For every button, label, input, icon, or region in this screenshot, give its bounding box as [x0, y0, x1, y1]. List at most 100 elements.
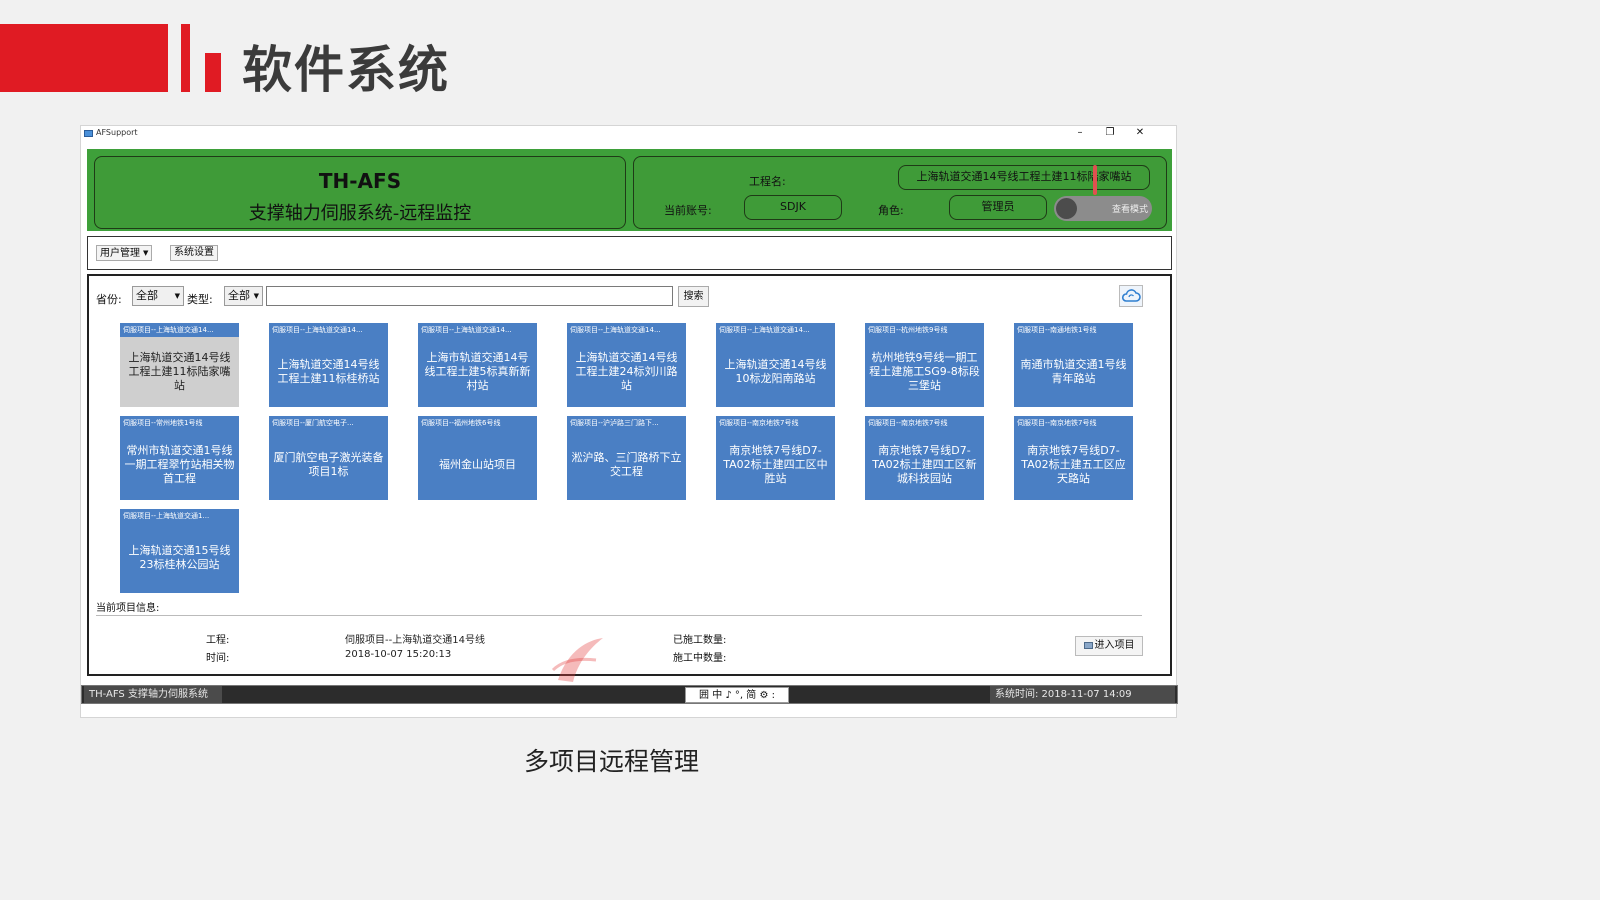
project-tile-name: 南京地铁7号线D7-TA02标土建五工区应天路站	[1021, 444, 1126, 485]
project-tile-header: 伺服项目--厦门航空电子...	[269, 416, 388, 430]
project-tile-header: 伺服项目--南通地铁1号线	[1014, 323, 1133, 337]
project-tile-name: 上海轨道交通14号线工程土建24标刘川路站	[575, 351, 678, 392]
account-field[interactable]: SDJK	[744, 195, 842, 220]
project-tile-header: 伺服项目--上海轨道交通14...	[567, 323, 686, 337]
current-info-title: 当前项目信息:	[96, 603, 160, 614]
project-tile[interactable]: 伺服项目--南京地铁7号线 南京地铁7号线D7-TA02标土建四工区新城科技园站	[865, 416, 984, 500]
completed-count-label: 已施工数量:	[673, 635, 727, 646]
brand-box: TH-AFS 支撑轴力伺服系统-远程监控	[94, 156, 626, 229]
project-tile-header: 伺服项目--沪泸路三门路下...	[567, 416, 686, 430]
toggle-knob	[1056, 198, 1077, 219]
app-window: AFSupport – ❐ ✕ TH-AFS 支撑轴力伺服系统-远程监控 工程名…	[80, 125, 1178, 718]
in-progress-count-label: 施工中数量:	[673, 653, 727, 664]
app-icon	[84, 130, 93, 137]
time-field-label: 时间:	[206, 653, 230, 664]
project-tile[interactable]: 伺服项目--杭州地铁9号线杭州地铁9号线一期工程土建施工SG9-8标段三堡站	[865, 323, 984, 407]
project-tile[interactable]: 伺服项目--南京地铁7号线 南京地铁7号线D7-TA02标土建四工区中胜站	[716, 416, 835, 500]
project-tile[interactable]: 伺服项目--厦门航空电子... 厦门航空电子激光装备项目1标	[269, 416, 388, 500]
project-tile-header: 伺服项目--南京地铁7号线	[716, 416, 835, 430]
type-select[interactable]: 全部 ▼	[224, 286, 263, 306]
user-management-menu[interactable]: 用户管理 ▼	[96, 245, 153, 261]
project-tile-name: 淞沪路、三门路桥下立交工程	[571, 451, 682, 478]
status-bar: TH-AFS 支撑轴力伺服系统 囲 中 ♪ °, 简 ⚙ : 系统时间: 201…	[81, 685, 1178, 704]
system-settings-button[interactable]: 系统设置	[170, 245, 218, 261]
role-label: 角色:	[878, 204, 904, 217]
enter-project-label: 进入项目	[1094, 640, 1135, 651]
project-tile-header: 伺服项目--福州地铁6号线	[418, 416, 537, 430]
project-tile-name: 上海市轨道交通14号线工程土建5标真新新村站	[424, 351, 531, 392]
enter-project-button[interactable]: 进入项目	[1075, 636, 1143, 656]
project-tile-name: 上海轨道交通15号线23标桂林公园站	[128, 544, 231, 571]
side-scroll-indicator	[1093, 165, 1097, 195]
chevron-down-icon: ▼	[253, 292, 259, 300]
project-tile-header: 伺服项目--上海轨道交通14...	[716, 323, 835, 337]
project-tile[interactable]: 伺服项目--上海轨道交通1... 上海轨道交通15号线23标桂林公园站	[120, 509, 239, 593]
project-tile-name: 杭州地铁9号线一期工程土建施工SG9-8标段三堡站	[869, 351, 980, 392]
project-tile[interactable]: 伺服项目--上海轨道交通14... 上海轨道交通14号线10标龙阳南路站	[716, 323, 835, 407]
project-tile-header: 伺服项目--杭州地铁9号线	[865, 323, 984, 337]
project-tile[interactable]: 伺服项目--福州地铁6号线 福州金山站项目	[418, 416, 537, 500]
project-tile-header: 伺服项目--上海轨道交通14...	[120, 323, 239, 337]
close-button[interactable]: ✕	[1126, 126, 1154, 142]
province-label: 省份:	[96, 293, 122, 306]
project-tile-name: 南通市轨道交通1号线青年路站	[1020, 358, 1127, 385]
folder-icon	[1083, 642, 1093, 649]
project-tile-header: 伺服项目--南京地铁7号线	[1014, 416, 1133, 430]
restore-button[interactable]: ❐	[1096, 126, 1124, 142]
cloud-icon	[1121, 289, 1141, 302]
window-titlebar[interactable]: AFSupport – ❐ ✕	[81, 126, 1176, 142]
toggle-label: 查看模式	[1112, 205, 1149, 215]
project-field-label: 工程:	[206, 635, 230, 646]
project-tile[interactable]: 伺服项目--沪泸路三门路下... 淞沪路、三门路桥下立交工程	[567, 416, 686, 500]
slide-title: 软件系统	[242, 41, 450, 99]
project-tile[interactable]: 伺服项目--上海轨道交通14... 上海轨道交通14号线工程土建11标桂桥站	[269, 323, 388, 407]
ime-toolbar[interactable]: 囲 中 ♪ °, 简 ⚙ :	[685, 687, 789, 703]
project-tile[interactable]: 伺服项目--上海轨道交通14... 上海市轨道交通14号线工程土建5标真新新村站	[418, 323, 537, 407]
province-value: 全部	[136, 289, 158, 302]
project-tile-name: 上海轨道交通14号线工程土建11标桂桥站	[277, 358, 380, 385]
user-management-label: 用户管理	[100, 248, 140, 259]
province-select[interactable]: 全部 ▼	[132, 286, 184, 306]
project-tile[interactable]: 伺服项目--南京地铁7号线南京地铁7号线D7-TA02标土建五工区应天路站	[1014, 416, 1133, 500]
red-accent-bar	[0, 24, 168, 92]
project-tile[interactable]: 伺服项目--南通地铁1号线南通市轨道交通1号线青年路站	[1014, 323, 1133, 407]
role-field[interactable]: 管理员	[949, 195, 1047, 220]
status-time: 系统时间: 2018-11-07 14:09	[990, 686, 1175, 703]
project-tile-name: 厦门航空电子激光装备项目1标	[273, 451, 384, 478]
red-accent-stripe	[181, 24, 190, 92]
project-name-field[interactable]: 上海轨道交通14号线工程土建11标陆家嘴站	[898, 165, 1150, 190]
slide-caption: 多项目远程管理	[524, 747, 700, 776]
type-value: 全部	[228, 289, 250, 302]
project-tile-header: 伺服项目--上海轨道交通1...	[120, 509, 239, 523]
project-tile-name: 上海轨道交通14号线10标龙阳南路站	[724, 358, 827, 385]
minimize-button[interactable]: –	[1066, 126, 1094, 142]
project-tile-header: 伺服项目--上海轨道交通14...	[418, 323, 537, 337]
type-label: 类型:	[187, 293, 213, 306]
chevron-down-icon: ▼	[174, 292, 180, 300]
project-tile-header: 伺服项目--上海轨道交通14...	[269, 323, 388, 337]
search-button[interactable]: 搜索	[678, 286, 709, 307]
time-field-value: 2018-10-07 15:20:13	[345, 649, 452, 660]
search-input[interactable]	[266, 286, 673, 306]
project-tile-name: 上海轨道交通14号线工程土建11标陆家嘴站	[128, 351, 231, 392]
project-tile-name: 南京地铁7号线D7-TA02标土建四工区新城科技园站	[872, 444, 977, 485]
cloud-sync-button[interactable]	[1119, 285, 1143, 307]
view-mode-toggle[interactable]: 查看模式	[1054, 196, 1152, 221]
project-panel: 省份: 全部 ▼ 类型: 全部 ▼ 搜索 伺服项目--上海轨道交通14... 上海…	[87, 274, 1172, 676]
menu-row: 用户管理 ▼ 系统设置	[87, 236, 1172, 270]
project-tile[interactable]: 伺服项目--上海轨道交通14... 上海轨道交通14号线工程土建11标陆家嘴站	[120, 323, 239, 407]
project-tile[interactable]: 伺服项目--上海轨道交通14... 上海轨道交通14号线工程土建24标刘川路站	[567, 323, 686, 407]
association-logo-icon	[551, 638, 603, 682]
session-info-box: 工程名: 上海轨道交通14号线工程土建11标陆家嘴站 当前账号: SDJK 角色…	[633, 156, 1167, 229]
window-title: AFSupport	[96, 128, 138, 137]
project-tile-name: 福州金山站项目	[439, 458, 516, 471]
chevron-down-icon: ▼	[143, 249, 149, 257]
brand-title: TH-AFS	[318, 169, 402, 193]
project-tile[interactable]: 伺服项目--常州地铁1号线 常州市轨道交通1号线一期工程翠竹站相关物首工程	[120, 416, 239, 500]
project-name-label: 工程名:	[749, 175, 786, 188]
project-tile-header: 伺服项目--常州地铁1号线	[120, 416, 239, 430]
info-divider	[96, 615, 1142, 616]
status-app-label: TH-AFS 支撑轴力伺服系统	[84, 686, 222, 703]
brand-subtitle: 支撑轴力伺服系统-远程监控	[248, 203, 472, 224]
account-label: 当前账号:	[664, 204, 712, 217]
